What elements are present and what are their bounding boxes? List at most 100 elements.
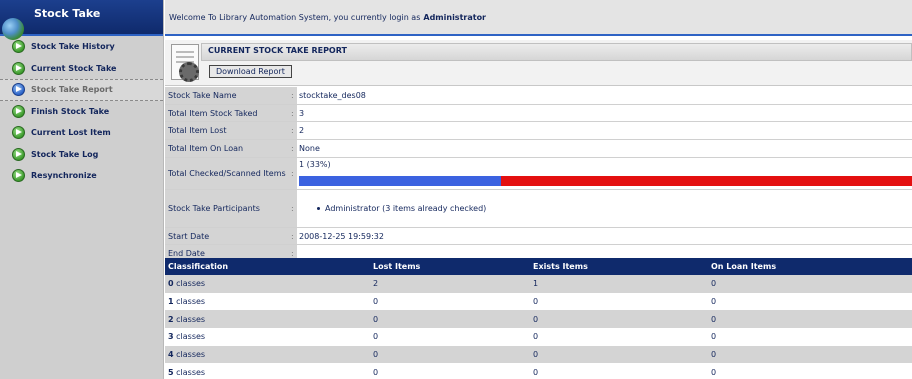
classification-link[interactable]: 1 classes [168,297,205,306]
arrow-right-icon [12,61,25,75]
classification-cell: 5 classes [165,363,370,379]
exists-items-cell: 0 [530,363,708,379]
sidebar-item-stock-take-log[interactable]: Stock Take Log [0,144,163,166]
classification-link[interactable]: 4 classes [168,350,205,359]
download-report-button[interactable]: Download Report [209,65,292,78]
classification-link[interactable]: 5 classes [168,368,205,377]
exists-items-cell: 0 [530,292,708,311]
start-date-value: 2008-12-25 19:59:32 [299,231,384,241]
classification-link[interactable]: 3 classes [168,332,205,341]
class-suffix: classes [173,350,206,360]
exists-items-cell: 0 [530,345,708,364]
arrow-right-icon [12,147,25,161]
arrow-right-icon [12,169,25,183]
total-loan-value: None [299,143,320,153]
sidebar-item-label: Resynchronize [31,171,97,181]
sidebar-item-finish-stock-take[interactable]: Finish Stock Take [0,101,163,123]
table-row: 0 classes 2 1 0 [165,275,912,293]
participant-item: Administrator (3 items already checked) [325,203,487,213]
sidebar-item-label: Stock Take History [31,42,115,52]
info-row-checked: Total Checked/Scanned Items : 1 (33%) [165,157,912,190]
info-row-name: Stock Take Name : stocktake_des08 [165,87,912,105]
classification-cell: 3 classes [165,328,370,346]
class-suffix: classes [173,314,206,324]
info-label: Start Date [165,227,291,245]
sidebar-menu: Stock Take History Current Stock Take St… [0,36,163,187]
column-header: Classification [165,258,370,275]
sidebar-item-current-lost-item[interactable]: Current Lost Item [0,122,163,144]
on-loan-items-cell: 0 [708,310,912,329]
classification-cell: 0 classes [165,275,370,293]
info-label: Total Checked/Scanned Items [165,157,291,189]
column-header: On Loan Items [708,258,912,275]
globe-icon [2,18,24,40]
arrow-right-icon [12,104,25,118]
column-header: Exists Items [530,258,708,275]
exists-items-cell: 0 [530,310,708,329]
stock-take-info: Stock Take Name : stocktake_des08 Total … [165,87,912,264]
lost-items-cell: 0 [370,345,530,364]
sidebar-title: Stock Take [34,7,101,20]
info-label: Total Item Lost [165,122,291,140]
sidebar-item-stock-take-report[interactable]: Stock Take Report [0,79,163,101]
classification-cell: 1 classes [165,292,370,311]
sidebar: Stock Take Stock Take History Current St… [0,0,164,379]
stock-take-name-value: stocktake_des08 [299,90,366,100]
report-title: CURRENT STOCK TAKE REPORT [208,46,347,55]
on-loan-items-cell: 0 [708,363,912,379]
exists-items-cell: 0 [530,328,708,346]
table-header-row: Classification Lost Items Exists Items O… [165,258,912,275]
arrow-right-icon [12,126,25,140]
sidebar-header: Stock Take [0,0,163,40]
table-row: 3 classes 0 0 0 [165,328,912,346]
bullet-icon [317,206,320,210]
gear-icon [179,62,199,82]
current-user: Administrator [423,12,487,22]
table-row: 5 classes 0 0 0 [165,363,912,379]
classification-table: Classification Lost Items Exists Items O… [165,258,912,379]
total-lost-value: 2 [299,126,305,136]
sidebar-item-label: Finish Stock Take [31,106,110,116]
classification-cell: 2 classes [165,310,370,329]
info-row-loan: Total Item On Loan : None [165,140,912,158]
welcome-text: Welcome To Library Automation System, yo… [169,12,421,22]
table-row: 4 classes 0 0 0 [165,345,912,364]
info-row-lost: Total Item Lost : 2 [165,122,912,141]
classification-cell: 4 classes [165,345,370,364]
on-loan-items-cell: 0 [708,275,912,293]
info-label: Total Item On Loan [165,140,291,157]
checked-progress-fill [299,176,502,187]
report-header: CURRENT STOCK TAKE REPORT Download Repor… [165,40,912,86]
total-taked-value: 3 [299,108,305,118]
checked-value: 1 (33%) [299,160,331,170]
on-loan-items-cell: 0 [708,292,912,311]
checked-progress-bar [299,176,912,187]
table-row: 1 classes 0 0 0 [165,292,912,311]
sidebar-item-label: Stock Take Report [31,85,113,95]
on-loan-items-cell: 0 [708,345,912,364]
info-row-start: Start Date : 2008-12-25 19:59:32 [165,227,912,246]
info-label: Stock Take Name [165,87,291,104]
sidebar-item-resynchronize[interactable]: Resynchronize [0,165,163,187]
sidebar-item-current-stock-take[interactable]: Current Stock Take [0,58,163,80]
table-row: 2 classes 0 0 0 [165,310,912,329]
lost-items-cell: 0 [370,328,530,346]
info-row-participants: Stock Take Participants : Administrator … [165,189,912,228]
classification-link[interactable]: 0 classes [168,279,205,288]
arrow-right-icon [12,83,25,97]
class-suffix: classes [173,279,206,289]
sidebar-item-label: Stock Take Log [31,149,99,159]
class-suffix: classes [173,332,206,342]
classification-link[interactable]: 2 classes [168,315,205,324]
sidebar-item-stock-take-history[interactable]: Stock Take History [0,36,163,58]
class-suffix: classes [173,367,206,377]
column-header: Lost Items [370,258,530,275]
lost-items-cell: 0 [370,292,530,311]
lost-items-cell: 0 [370,310,530,329]
info-label: Stock Take Participants [165,189,291,227]
on-loan-items-cell: 0 [708,328,912,346]
info-row-taked: Total Item Stock Taked : 3 [165,104,912,123]
checked-progress-cell: 1 (33%) [297,158,912,189]
arrow-right-icon [12,40,25,54]
lost-items-cell: 2 [370,275,530,293]
